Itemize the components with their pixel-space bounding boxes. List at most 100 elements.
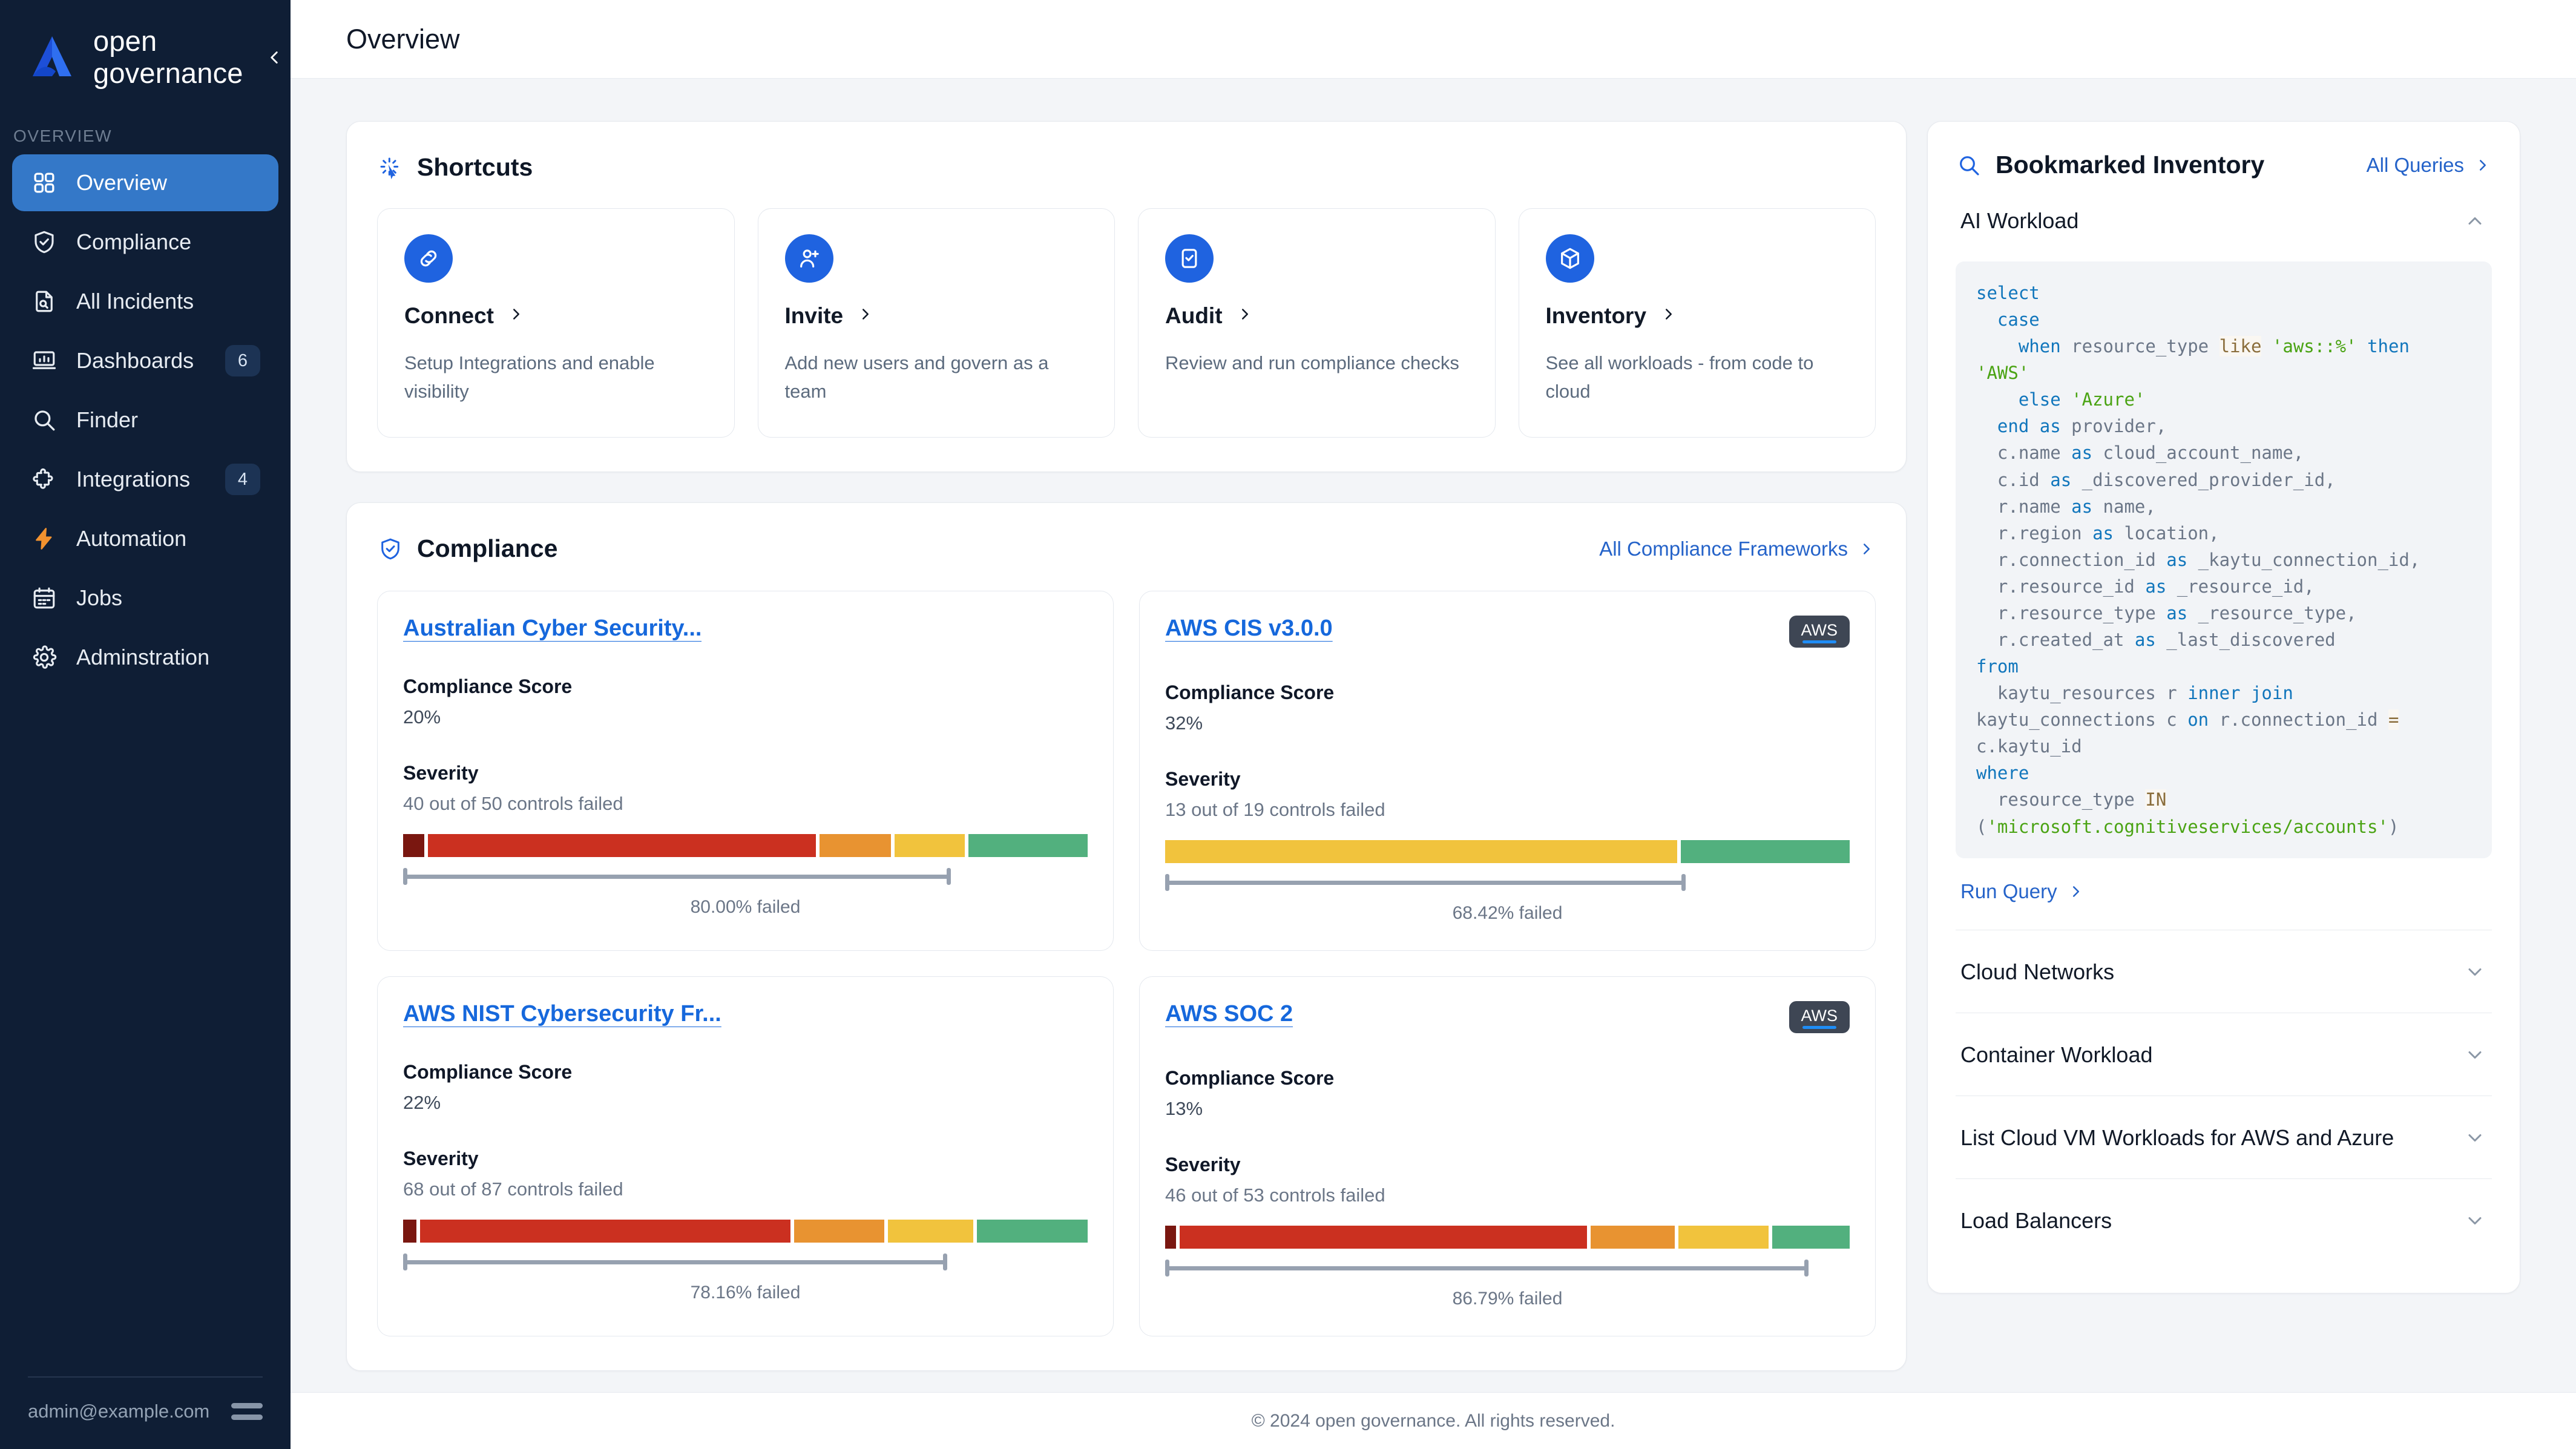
bookmarked-inventory-panel: Bookmarked Inventory All Queries AI Work…: [1927, 121, 2520, 1293]
bookmark-accordion-header[interactable]: Container Workload: [1956, 1013, 2492, 1096]
bookmark-accordion-header[interactable]: Load Balancers: [1956, 1179, 2492, 1261]
shortcuts-header: Shortcuts: [377, 153, 1876, 182]
brand[interactable]: open governance: [0, 0, 291, 89]
sidebar-collapse-icon[interactable]: [259, 42, 289, 73]
bookmark-accordion-header[interactable]: Cloud Networks: [1956, 930, 2492, 1013]
severity-label: Severity: [403, 1148, 479, 1169]
link-icon: [404, 234, 453, 283]
framework-card-top: AWS NIST Cybersecurity Fr...: [403, 1001, 1088, 1027]
compliance-score-label: Compliance Score: [1165, 682, 1335, 703]
run-query-link[interactable]: Run Query: [1956, 874, 2492, 930]
framework-name-link[interactable]: Australian Cyber Security...: [403, 616, 702, 642]
all-compliance-frameworks-link[interactable]: All Compliance Frameworks: [1599, 537, 1876, 560]
chevron-right-icon: [856, 303, 875, 329]
bookmark-accordion-item: Container Workload: [1956, 1013, 2492, 1096]
shortcut-label: Invite: [784, 303, 844, 328]
compliance-header: Compliance All Compliance Frameworks: [377, 534, 1876, 563]
sidebar-item-automation[interactable]: Automation: [12, 510, 278, 567]
bookmarked-inventory-title: Bookmarked Inventory: [1996, 151, 2265, 179]
shortcut-card-connect[interactable]: Connect Setup Integrations and enable vis…: [377, 208, 735, 438]
bookmark-query-name: Load Balancers: [1960, 1208, 2112, 1233]
footer-copyright: © 2024 open governance. All rights reser…: [1251, 1410, 1615, 1431]
shortcuts-title: Shortcuts: [417, 153, 533, 181]
sidebar-item-adminstration[interactable]: Adminstration: [12, 629, 278, 686]
severity-bar: [1165, 840, 1850, 863]
framework-name-link[interactable]: AWS SOC 2: [1165, 1001, 1293, 1027]
framework-name-link[interactable]: AWS CIS v3.0.0: [1165, 616, 1333, 642]
sidebar-item-label: Overview: [76, 170, 168, 196]
sidebar-item-label: Adminstration: [76, 645, 210, 670]
bookmark-query-name: AI Workload: [1960, 208, 2079, 233]
framework-card-top: AWS CIS v3.0.0 AWS: [1165, 616, 1850, 648]
compliance-framework-card[interactable]: Australian Cyber Security... Compliance S…: [377, 591, 1114, 951]
sidebar-item-badge: 6: [225, 345, 260, 377]
shortcut-card-invite[interactable]: Invite Add new users and govern as a team: [757, 208, 1115, 438]
chevron-down-icon[interactable]: [2463, 960, 2487, 984]
sidebar-item-integrations[interactable]: Integrations 4: [12, 451, 278, 508]
chevron-down-icon[interactable]: [2463, 1043, 2487, 1067]
sidebar-item-label: Finder: [76, 407, 139, 433]
severity-segment-critical: [403, 1220, 417, 1243]
chevron-right-icon: [1236, 303, 1254, 329]
sidebar-item-label: Jobs: [76, 585, 123, 611]
sidebar-item-dashboards[interactable]: Dashboards 6: [12, 332, 278, 389]
bookmark-accordion-item: List Cloud VM Workloads for AWS and Azur…: [1956, 1096, 2492, 1179]
compliance-score-label: Compliance Score: [1165, 1067, 1335, 1089]
failed-percent-caption: 80.00% failed: [690, 897, 801, 917]
severity-segment-medium: [794, 1220, 884, 1243]
compliance-framework-card[interactable]: AWS SOC 2 AWS Compliance Score 13% Severity 4…: [1139, 976, 1876, 1336]
all-queries-link[interactable]: All Queries: [2367, 154, 2492, 177]
user-plus-icon: [784, 234, 833, 283]
bookmark-accordion-item: Load Balancers: [1956, 1179, 2492, 1261]
bookmark-accordion-item: Cloud Networks: [1956, 930, 2492, 1013]
shortcut-card-inventory[interactable]: Inventory See all workloads - from code t…: [1518, 208, 1876, 438]
chevron-up-icon[interactable]: [2463, 209, 2487, 233]
sidebar-item-finder[interactable]: Finder: [12, 392, 278, 448]
bookmark-accordion-header[interactable]: List Cloud VM Workloads for AWS and Azur…: [1956, 1096, 2492, 1178]
compliance-score-value: 13%: [1165, 1098, 1203, 1119]
bookmark-accordion-header[interactable]: AI Workload: [1956, 179, 2492, 261]
bookmark-accordion-item: AI Workload select case when resource_typ…: [1956, 179, 2492, 930]
page-title: Overview: [346, 23, 460, 54]
severity-segment-high: [1179, 1226, 1587, 1249]
hamburger-icon[interactable]: [231, 1403, 263, 1420]
sidebar-item-jobs[interactable]: Jobs: [12, 570, 278, 626]
severity-segment-low: [1165, 840, 1677, 863]
magnifier-icon: [1956, 152, 1982, 179]
right-column: Bookmarked Inventory All Queries AI Work…: [1927, 121, 2520, 1293]
shortcut-card-audit[interactable]: Audit Review and run compliance checks: [1138, 208, 1496, 438]
failed-axis: [1165, 874, 1850, 891]
all-compliance-frameworks-label: All Compliance Frameworks: [1599, 537, 1848, 560]
chevron-right-icon: [507, 303, 525, 329]
severity-segment-passed: [968, 834, 1088, 857]
severity-segment-medium: [820, 834, 891, 857]
bolt-icon: [30, 525, 58, 553]
sidebar-user-email[interactable]: admin@example.com: [28, 1401, 209, 1422]
framework-card-top: AWS SOC 2 AWS: [1165, 1001, 1850, 1033]
chevron-down-icon[interactable]: [2463, 1126, 2487, 1150]
cursor-click-icon: [377, 154, 404, 181]
sidebar-item-label: Compliance: [76, 229, 192, 255]
shortcut-description: See all workloads - from code to cloud: [1545, 352, 1814, 402]
sidebar-item-overview[interactable]: Overview: [12, 154, 278, 212]
severity-label: Severity: [1165, 1154, 1241, 1175]
sql-query-code[interactable]: select case when resource_type like 'aws…: [1956, 261, 2492, 858]
severity-segment-high: [420, 1220, 791, 1243]
compliance-framework-card[interactable]: AWS NIST Cybersecurity Fr... Compliance S…: [377, 976, 1114, 1336]
sidebar-item-all-incidents[interactable]: All Incidents: [12, 273, 278, 330]
magnifier-icon: [30, 406, 58, 434]
chevron-right-icon: [2480, 159, 2486, 171]
shortcuts-panel: Shortcuts Connect Setup Integrations and …: [346, 121, 1907, 472]
sidebar-item-compliance[interactable]: Compliance: [12, 214, 278, 271]
compliance-score-value: 22%: [403, 1092, 441, 1113]
content: Shortcuts Connect Setup Integrations and …: [291, 79, 2576, 1371]
framework-name-link[interactable]: AWS NIST Cybersecurity Fr...: [403, 1001, 721, 1027]
framework-card-top: Australian Cyber Security...: [403, 616, 1088, 642]
chevron-down-icon[interactable]: [2463, 1209, 2487, 1233]
failed-percent-caption: 86.79% failed: [1452, 1289, 1563, 1309]
sidebar-footer: admin@example.com: [28, 1376, 263, 1449]
sidebar-nav: Overview Compliance All Incidents Dashboard…: [0, 154, 291, 686]
compliance-framework-card[interactable]: AWS CIS v3.0.0 AWS Compliance Score 32% Seve…: [1139, 591, 1876, 951]
severity-segment-passed: [1681, 840, 1850, 863]
content-scroll: Shortcuts Connect Setup Integrations and …: [291, 79, 2576, 1392]
